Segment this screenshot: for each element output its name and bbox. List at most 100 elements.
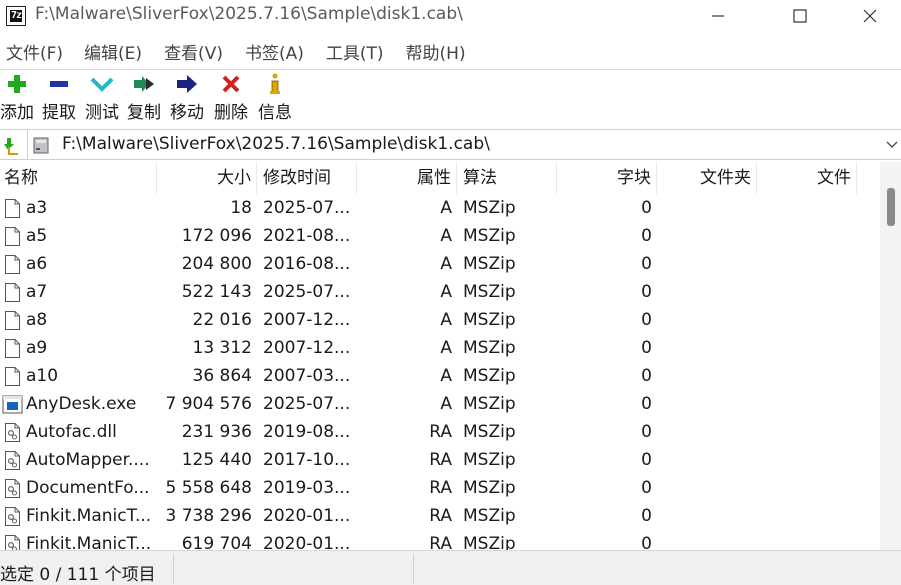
file-icon <box>5 255 20 274</box>
table-row[interactable]: DocumentFo... 5 558 648 2019-03... RA MSZip 0 <box>0 474 880 502</box>
menu-edit[interactable]: 编辑(E) <box>84 39 142 64</box>
delete-button[interactable]: 删除 <box>211 70 251 126</box>
cell-method: MSZip <box>463 338 516 358</box>
cell-block: 0 <box>641 282 652 302</box>
cell-attributes: RA <box>429 478 452 498</box>
column-modified[interactable]: 修改时间 <box>257 162 357 194</box>
path-text[interactable]: F:\Malware\SliverFox\2025.7.16\Sample\di… <box>62 134 490 154</box>
table-row[interactable]: a5 172 096 2021-08... A MSZip 0 <box>0 222 880 250</box>
column-size[interactable]: 大小 <box>157 162 257 194</box>
menu-file[interactable]: 文件(F) <box>6 39 63 64</box>
minus-icon <box>50 81 68 87</box>
cell-attributes: A <box>440 282 452 302</box>
table-row[interactable]: a9 13 312 2007-12... A MSZip 0 <box>0 334 880 362</box>
cell-size: 3 738 296 <box>165 506 252 526</box>
close-button[interactable] <box>840 0 900 32</box>
cell-attributes: RA <box>429 450 452 470</box>
cell-block: 0 <box>641 478 652 498</box>
file-icon <box>5 227 20 246</box>
move-button[interactable]: 移动 <box>167 70 207 126</box>
status-divider <box>173 554 174 584</box>
table-row[interactable]: AnyDesk.exe 7 904 576 2025-07... A MSZip 0 <box>0 390 880 418</box>
cell-modified: 2020-01... <box>263 506 351 526</box>
close-icon <box>863 9 877 23</box>
cell-modified: 2007-12... <box>263 310 351 330</box>
table-row[interactable]: Finkit.ManicT... 3 738 296 2020-01... RA MSZ… <box>0 502 880 530</box>
path-combobox[interactable]: F:\Malware\SliverFox\2025.7.16\Sample\di… <box>27 130 901 160</box>
cell-method: MSZip <box>463 226 516 246</box>
column-name[interactable]: 名称 <box>0 162 157 194</box>
chevron-down-icon[interactable] <box>885 136 899 152</box>
table-row[interactable]: a8 22 016 2007-12... A MSZip 0 <box>0 306 880 334</box>
cell-attributes: RA <box>429 534 452 550</box>
title-bar: 7z F:\Malware\SliverFox\2025.7.16\Sample… <box>0 0 901 32</box>
check-icon <box>90 77 114 92</box>
menu-bar: 文件(F) 编辑(E) 查看(V) 书签(A) 工具(T) 帮助(H) <box>0 36 901 66</box>
cell-modified: 2025-07... <box>263 282 351 302</box>
table-row[interactable]: AutoMapper.... 125 440 2017-10... RA MSZip 0 <box>0 446 880 474</box>
menu-bookmarks[interactable]: 书签(A) <box>245 39 304 64</box>
column-method[interactable]: 算法 <box>457 162 557 194</box>
cell-size: 13 312 <box>192 338 252 358</box>
vertical-scrollbar[interactable] <box>880 162 901 550</box>
cell-attributes: A <box>440 366 452 386</box>
cell-block: 0 <box>641 254 652 274</box>
table-row[interactable]: a10 36 864 2007-03... A MSZip 0 <box>0 362 880 390</box>
table-row[interactable]: a7 522 143 2025-07... A MSZip 0 <box>0 278 880 306</box>
table-row[interactable]: Autofac.dll 231 936 2019-08... RA MSZip 0 <box>0 418 880 446</box>
cell-size: 172 096 <box>181 226 252 246</box>
cell-block: 0 <box>641 394 652 414</box>
cell-block: 0 <box>641 506 652 526</box>
file-icon <box>5 199 20 218</box>
cell-modified: 2019-03... <box>263 478 351 498</box>
cell-attributes: A <box>440 338 452 358</box>
cell-method: MSZip <box>463 254 516 274</box>
add-button[interactable]: 添加 <box>0 70 37 126</box>
arrow-right-icon <box>177 75 197 93</box>
minimize-icon <box>712 15 724 17</box>
info-button[interactable]: 信息 <box>255 70 295 126</box>
table-row[interactable]: a6 204 800 2016-08... A MSZip 0 <box>0 250 880 278</box>
menu-help[interactable]: 帮助(H) <box>406 39 466 64</box>
test-label: 测试 <box>85 103 119 123</box>
table-row[interactable]: a3 18 2025-07... A MSZip 0 <box>0 194 880 222</box>
column-attributes[interactable]: 属性 <box>357 162 457 194</box>
minimize-button[interactable] <box>688 0 748 32</box>
copy-button[interactable]: 复制 <box>124 70 164 126</box>
test-button[interactable]: 测试 <box>82 70 122 126</box>
maximize-button[interactable] <box>770 0 830 32</box>
cell-block: 0 <box>641 198 652 218</box>
up-arrow-icon <box>4 138 18 155</box>
7zip-app-icon[interactable]: 7z <box>6 6 26 26</box>
cell-attributes: RA <box>429 422 452 442</box>
dll-icon <box>5 423 20 442</box>
up-folder-button[interactable] <box>0 132 24 158</box>
menu-view[interactable]: 查看(V) <box>164 39 223 64</box>
menu-tools[interactable]: 工具(T) <box>326 39 384 64</box>
cell-block: 0 <box>641 310 652 330</box>
extract-button[interactable]: 提取 <box>39 70 79 126</box>
cell-modified: 2007-12... <box>263 338 351 358</box>
delete-label: 删除 <box>214 103 248 123</box>
dll-icon <box>5 535 20 550</box>
copy-label: 复制 <box>127 103 161 123</box>
column-block[interactable]: 字块 <box>557 162 657 194</box>
file-icon <box>5 339 20 358</box>
column-files[interactable]: 文件 <box>757 162 857 194</box>
status-divider <box>413 554 414 584</box>
scrollbar-thumb[interactable] <box>887 188 895 226</box>
cell-name: Finkit.ManicT... <box>26 534 152 550</box>
cell-name: a7 <box>26 282 48 302</box>
window-title: F:\Malware\SliverFox\2025.7.16\Sample\di… <box>35 4 463 24</box>
column-folders[interactable]: 文件夹 <box>657 162 757 194</box>
info-label: 信息 <box>258 103 292 123</box>
file-icon <box>5 283 20 302</box>
file-icon <box>5 311 20 330</box>
cell-size: 231 936 <box>181 422 252 442</box>
extract-label: 提取 <box>42 103 76 123</box>
cell-method: MSZip <box>463 450 516 470</box>
table-row[interactable]: Finkit.ManicT... 619 704 2020-01... RA MSZip… <box>0 530 880 550</box>
cell-attributes: A <box>440 394 452 414</box>
cell-method: MSZip <box>463 198 516 218</box>
cell-name: a10 <box>26 366 59 386</box>
